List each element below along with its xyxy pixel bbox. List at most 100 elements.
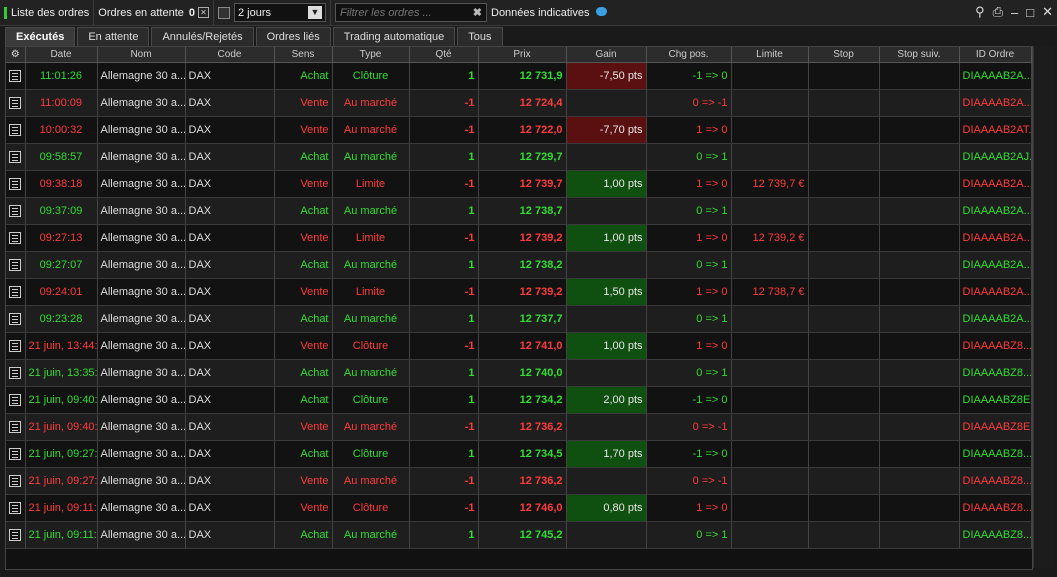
- cell-name: Allemagne 30 a...: [97, 224, 186, 252]
- pending-orders-indicator[interactable]: Ordres en attente 0 ✕: [94, 0, 214, 25]
- cell-stop: [808, 251, 880, 279]
- maximize-icon[interactable]: □: [1026, 5, 1034, 20]
- document-icon[interactable]: [9, 178, 22, 191]
- cell-chg: 0 => 1: [646, 251, 732, 279]
- row-detail-cell[interactable]: [6, 467, 26, 495]
- tab-3[interactable]: Ordres liés: [255, 27, 331, 46]
- tab-2[interactable]: Annulés/Rejetés: [151, 27, 254, 46]
- orders-list-title[interactable]: Liste des ordres: [0, 0, 95, 25]
- table-row[interactable]: 11:01:26 Allemagne 30 a... DAX Achat Clôture…: [6, 62, 1032, 90]
- table-row[interactable]: 09:27:07 Allemagne 30 a... DAX Achat Au marc…: [6, 251, 1032, 279]
- table-row[interactable]: 21 juin, 09:27:16Allemagne 30 a...DAXVen…: [6, 467, 1032, 495]
- row-detail-cell[interactable]: [6, 305, 26, 333]
- filter-input[interactable]: Filtrer les ordres ... ✖: [335, 3, 487, 22]
- table-row[interactable]: 10:00:32 Allemagne 30 a... DAX Vente Au marc…: [6, 116, 1032, 144]
- col-header-10[interactable]: Stop: [808, 47, 880, 63]
- cell-stop: [808, 278, 880, 306]
- table-row[interactable]: 09:58:57 Allemagne 30 a... DAX Achat Au marc…: [6, 143, 1032, 171]
- document-icon[interactable]: [9, 313, 22, 326]
- row-detail-cell[interactable]: [6, 278, 26, 306]
- row-detail-cell[interactable]: [6, 197, 26, 225]
- col-header-12[interactable]: ID Ordre: [959, 47, 1032, 63]
- document-icon[interactable]: [9, 529, 22, 542]
- tab-4[interactable]: Trading automatique: [332, 27, 456, 46]
- print-icon[interactable]: ⎙: [993, 4, 1003, 20]
- document-icon[interactable]: [9, 475, 22, 488]
- col-header-6[interactable]: Prix: [478, 47, 567, 63]
- row-detail-cell[interactable]: [6, 440, 26, 468]
- row-detail-cell[interactable]: [6, 386, 26, 414]
- cell-price: 12 745,2: [478, 521, 567, 549]
- table-row[interactable]: 09:27:13 Allemagne 30 a... DAX Vente Limite -…: [6, 224, 1032, 252]
- row-detail-cell[interactable]: [6, 359, 26, 387]
- row-detail-cell[interactable]: [6, 224, 26, 252]
- table-row[interactable]: 09:38:18 Allemagne 30 a... DAX Vente Limite -…: [6, 170, 1032, 198]
- document-icon[interactable]: [9, 421, 22, 434]
- document-icon[interactable]: [9, 124, 22, 137]
- table-row[interactable]: 21 juin, 09:11:52Allemagne 30 a...DAXVen…: [6, 494, 1032, 522]
- col-header-11[interactable]: Stop suiv.: [879, 47, 960, 63]
- tab-0[interactable]: Exécutés: [5, 27, 76, 46]
- table-row[interactable]: 21 juin, 09:11:33Allemagne 30 a...DAXAch…: [6, 521, 1032, 549]
- document-icon[interactable]: [9, 151, 22, 164]
- row-detail-cell[interactable]: [6, 116, 26, 144]
- row-detail-cell[interactable]: [6, 251, 26, 279]
- col-header-4[interactable]: Type: [332, 47, 410, 63]
- document-icon[interactable]: [9, 394, 22, 407]
- clear-filter-icon[interactable]: ✖: [473, 6, 482, 19]
- table-row[interactable]: 21 juin, 09:40:49Allemagne 30 a...DAXAch…: [6, 386, 1032, 414]
- document-icon[interactable]: [9, 367, 22, 380]
- table-row[interactable]: 21 juin, 13:44:09Allemagne 30 a...DAXVen…: [6, 332, 1032, 360]
- cell-name: Allemagne 30 a...: [97, 62, 186, 90]
- col-header-3[interactable]: Sens: [274, 47, 333, 63]
- col-header-2[interactable]: Code: [185, 47, 275, 63]
- row-detail-cell[interactable]: [6, 143, 26, 171]
- table-row[interactable]: 21 juin, 13:35:54Allemagne 30 a...DAXAch…: [6, 359, 1032, 387]
- row-detail-cell[interactable]: [6, 413, 26, 441]
- minimize-icon[interactable]: –: [1011, 5, 1018, 20]
- cell-name: Allemagne 30 a...: [97, 413, 186, 441]
- table-row[interactable]: 11:00:09 Allemagne 30 a... DAX Vente Au marc…: [6, 89, 1032, 117]
- table-row[interactable]: 09:23:28 Allemagne 30 a... DAX Achat Au marc…: [6, 305, 1032, 333]
- chevron-down-icon[interactable]: ▼: [308, 6, 322, 19]
- document-icon[interactable]: [9, 232, 22, 245]
- cell-limit: [731, 332, 809, 360]
- col-header-9[interactable]: Limite: [731, 47, 809, 63]
- row-detail-cell[interactable]: [6, 521, 26, 549]
- row-detail-cell[interactable]: [6, 62, 26, 90]
- calendar-icon[interactable]: [218, 6, 230, 19]
- close-icon[interactable]: ✕: [1042, 4, 1053, 20]
- settings-icon[interactable]: ⚙: [11, 49, 20, 60]
- document-icon[interactable]: [9, 340, 22, 353]
- tab-1[interactable]: En attente: [77, 27, 150, 46]
- document-icon[interactable]: [9, 97, 22, 110]
- document-icon[interactable]: [9, 70, 22, 83]
- document-icon[interactable]: [9, 448, 22, 461]
- document-icon[interactable]: [9, 259, 22, 272]
- cell-sens: Achat: [274, 359, 333, 387]
- header-icons[interactable]: ⚙: [6, 47, 26, 63]
- filter-placeholder: Filtrer les ordres ...: [340, 6, 432, 19]
- document-icon[interactable]: [9, 502, 22, 515]
- period-select[interactable]: 2 jours ▼: [234, 3, 326, 22]
- document-icon[interactable]: [9, 286, 22, 299]
- col-header-5[interactable]: Qté: [409, 47, 479, 63]
- row-detail-cell[interactable]: [6, 89, 26, 117]
- table-row[interactable]: 09:37:09 Allemagne 30 a... DAX Achat Au marc…: [6, 197, 1032, 225]
- table-row[interactable]: 21 juin, 09:40:28Allemagne 30 a...DAXVen…: [6, 413, 1032, 441]
- table-row[interactable]: 21 juin, 09:27:35Allemagne 30 a...DAXAch…: [6, 440, 1032, 468]
- row-detail-cell[interactable]: [6, 494, 26, 522]
- col-header-1[interactable]: Nom: [97, 47, 186, 63]
- clear-pending-icon[interactable]: ✕: [198, 7, 209, 18]
- row-detail-cell[interactable]: [6, 170, 26, 198]
- col-header-0[interactable]: Date: [25, 47, 98, 63]
- document-icon[interactable]: [9, 205, 22, 218]
- table-row[interactable]: 09:24:01 Allemagne 30 a... DAX Vente Limite -…: [6, 278, 1032, 306]
- indicative-data[interactable]: Données indicatives: [491, 6, 607, 19]
- tab-5[interactable]: Tous: [457, 27, 503, 46]
- row-detail-cell[interactable]: [6, 332, 26, 360]
- col-header-8[interactable]: Chg pos.: [646, 47, 732, 63]
- col-header-7[interactable]: Gain: [566, 47, 647, 63]
- link-icon[interactable]: ⚲: [975, 4, 985, 20]
- vertical-scrollbar[interactable]: [1033, 46, 1054, 568]
